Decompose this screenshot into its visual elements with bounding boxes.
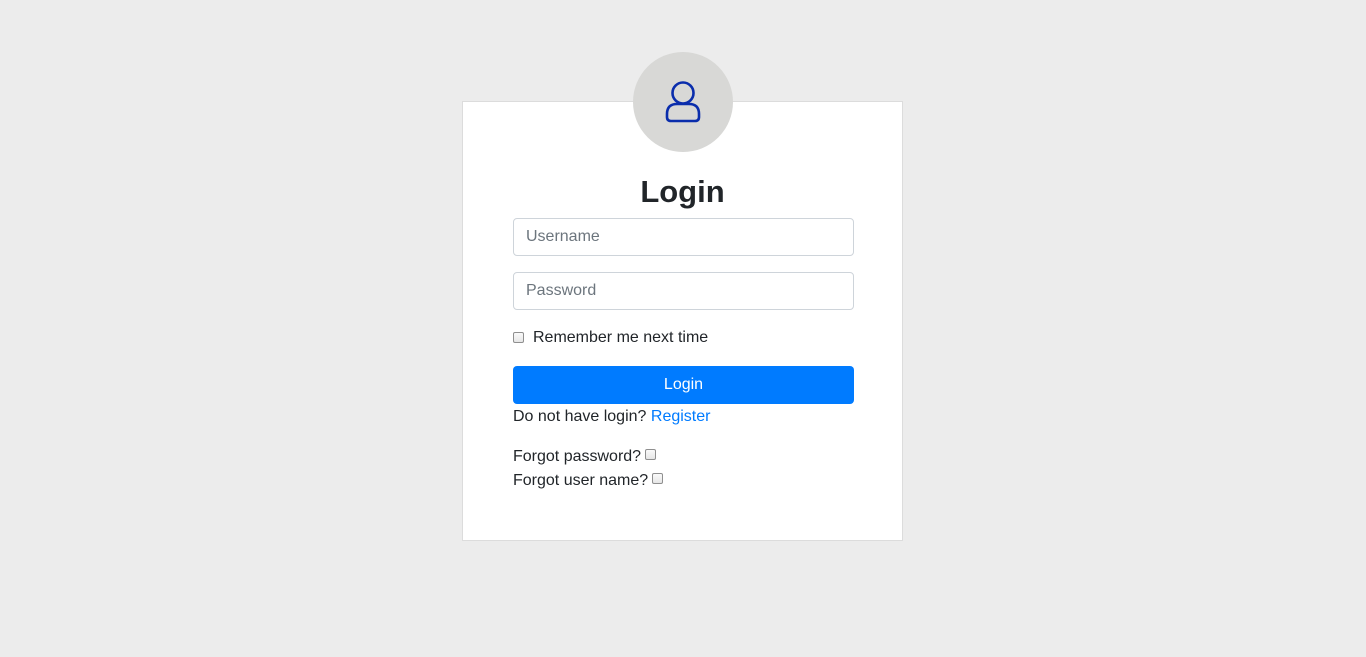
forgot-username-row: Forgot user name? <box>513 470 664 492</box>
user-icon <box>665 81 701 123</box>
forgot-password-label: Forgot password? <box>513 448 642 465</box>
remember-me-checkbox[interactable] <box>513 331 524 343</box>
remember-me-label: Remember me next time <box>533 329 709 346</box>
forgot-username-label: Forgot user name? <box>513 472 649 489</box>
login-button[interactable]: Login <box>513 366 854 404</box>
forgot-username-checkbox[interactable] <box>652 472 664 484</box>
page-title: Login <box>640 174 725 209</box>
register-link[interactable]: Register <box>651 408 711 425</box>
password-input[interactable] <box>513 272 854 310</box>
remember-me-row: Remember me next time <box>513 328 708 348</box>
forgot-password-checkbox[interactable] <box>645 448 657 460</box>
forgot-password-row: Forgot password? <box>513 446 657 468</box>
register-row: Do not have login? Register <box>513 406 710 428</box>
avatar <box>633 52 733 152</box>
no-login-text: Do not have login? <box>513 408 647 425</box>
login-page: Login Remember me next time Login Do not… <box>0 0 1366 657</box>
username-input[interactable] <box>513 218 854 256</box>
